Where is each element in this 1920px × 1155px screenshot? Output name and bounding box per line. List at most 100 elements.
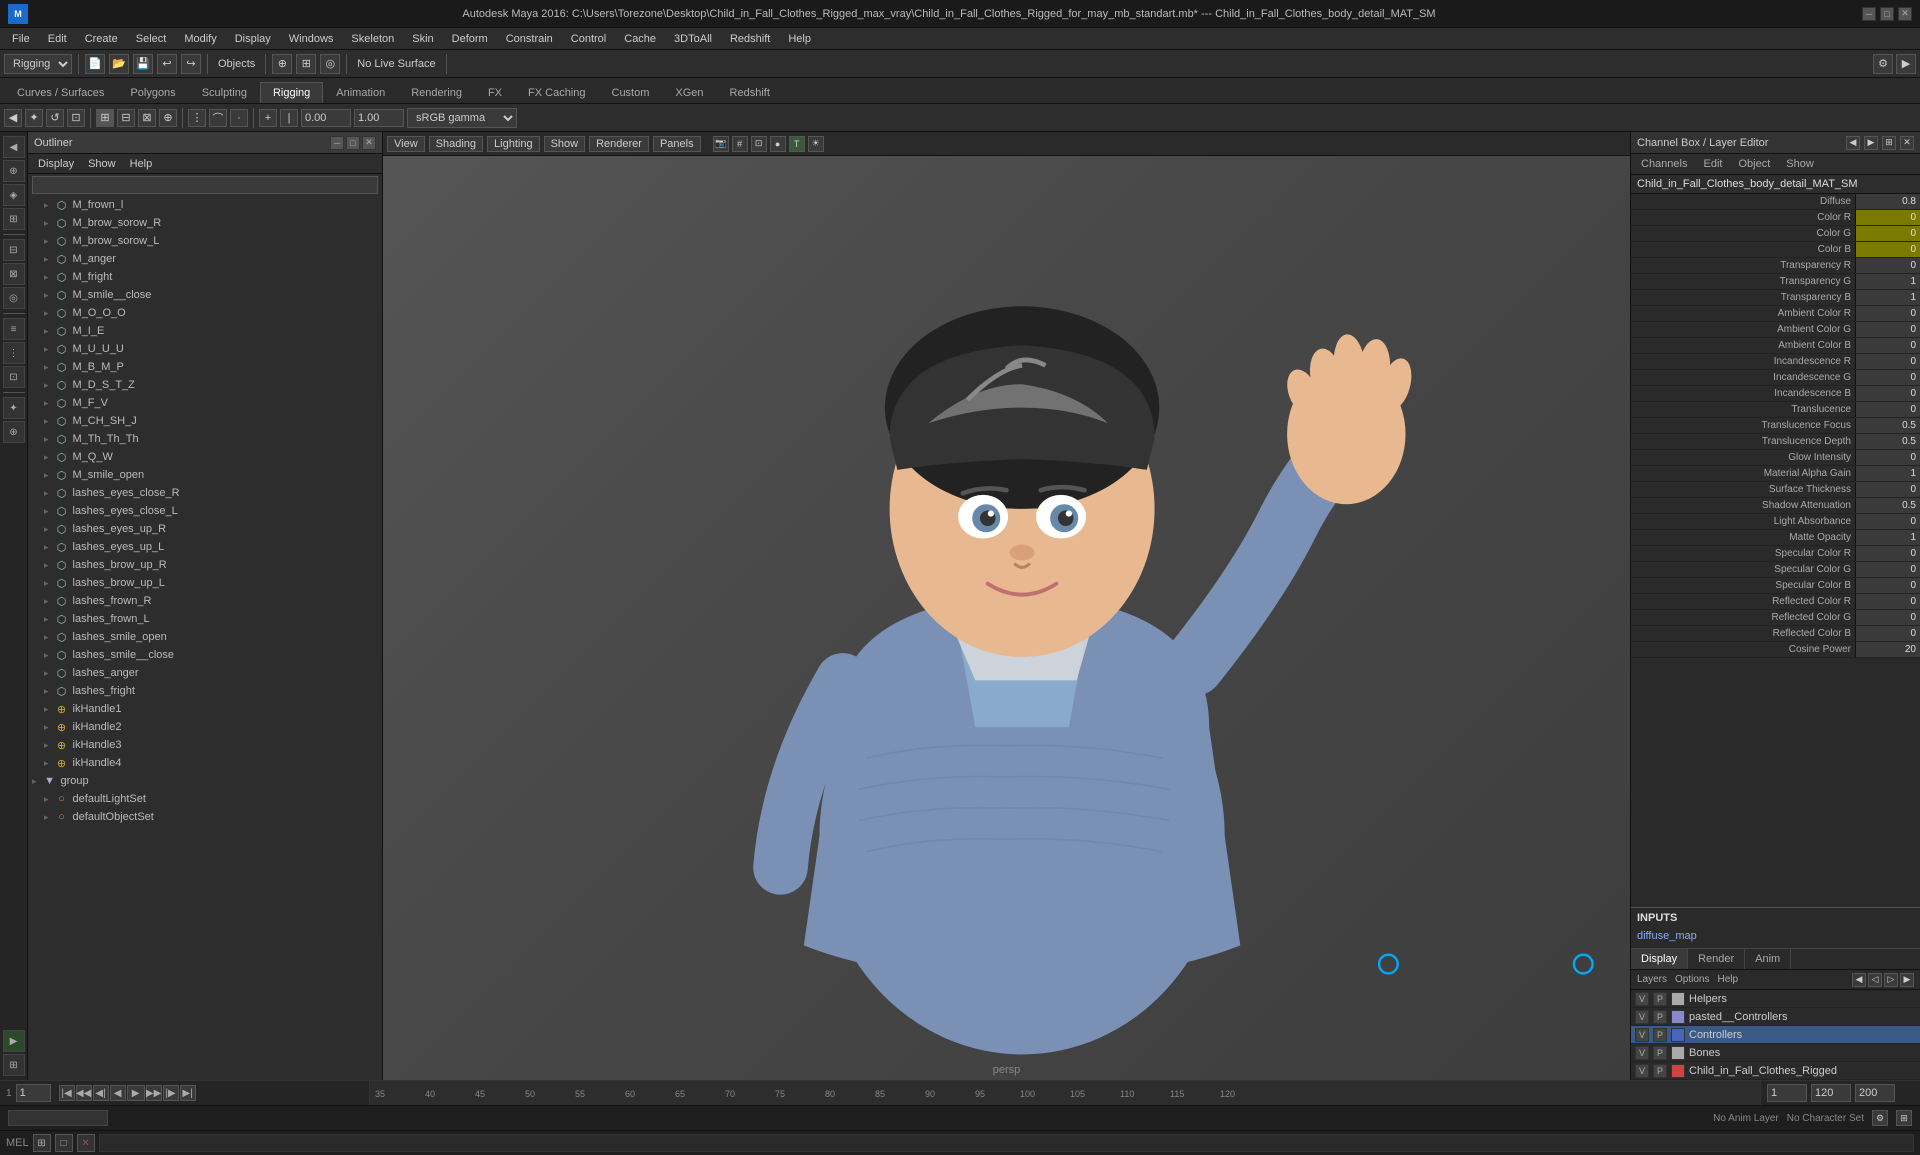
scale-btn[interactable]: ⊡: [67, 109, 85, 127]
layer-next2-btn[interactable]: ▶: [1900, 973, 1914, 987]
sidebar-tool2[interactable]: ◈: [3, 184, 25, 206]
channel-value[interactable]: 1: [1855, 274, 1920, 289]
outliner-item[interactable]: ▸⬡lashes_eyes_close_R: [28, 484, 382, 502]
tab-animation[interactable]: Animation: [323, 82, 398, 103]
tab-rigging[interactable]: Rigging: [260, 82, 323, 103]
channel-row[interactable]: Ambient Color G0: [1631, 322, 1920, 338]
viewport-show-menu[interactable]: Show: [544, 136, 586, 152]
translate-x-btn[interactable]: +: [259, 109, 277, 127]
joint-tool-btn[interactable]: ⊞: [96, 109, 114, 127]
layer-p-btn[interactable]: P: [1653, 1064, 1667, 1078]
channel-value[interactable]: 0: [1855, 626, 1920, 641]
outliner-close[interactable]: ✕: [362, 136, 376, 150]
outliner-item[interactable]: ▸⬡lashes_eyes_up_L: [28, 538, 382, 556]
outliner-display-menu[interactable]: Display: [32, 158, 80, 170]
outliner-item[interactable]: ▸⬡M_brow_sorow_R: [28, 214, 382, 232]
layer-v-btn[interactable]: V: [1635, 1028, 1649, 1042]
menu-windows[interactable]: Windows: [281, 31, 342, 47]
viewport-shading-menu[interactable]: Shading: [429, 136, 483, 152]
channel-value[interactable]: 0: [1855, 450, 1920, 465]
outliner-item[interactable]: ▸⬡lashes_frown_L: [28, 610, 382, 628]
channel-row[interactable]: Translucence Focus0.5: [1631, 418, 1920, 434]
mel-clear-btn[interactable]: □: [55, 1134, 73, 1152]
outliner-help-menu[interactable]: Help: [124, 158, 159, 170]
timeline-ruler[interactable]: 35 40 45 50 55 60 65 70 75 80 85 90 95 1…: [370, 1081, 1760, 1105]
menu-display[interactable]: Display: [227, 31, 279, 47]
weights-btn[interactable]: ⊕: [159, 109, 177, 127]
play-btn[interactable]: ▶: [127, 1085, 145, 1101]
tab-fx[interactable]: FX: [475, 82, 515, 103]
outliner-item[interactable]: ▸⊕ikHandle2: [28, 718, 382, 736]
outliner-item[interactable]: ▸⬡M_B_M_P: [28, 358, 382, 376]
mode-selector[interactable]: Rigging: [4, 54, 72, 74]
cb-tab-edit[interactable]: Edit: [1699, 156, 1726, 172]
outliner-item[interactable]: ▸⬡lashes_eyes_close_L: [28, 502, 382, 520]
outliner-item[interactable]: ▸⬡M_fright: [28, 268, 382, 286]
cb-float-btn[interactable]: ⊞: [1882, 136, 1896, 150]
ik-btn[interactable]: ⊟: [117, 109, 135, 127]
menu-3dtoall[interactable]: 3DToAll: [666, 31, 720, 47]
script-editor-btn[interactable]: ⊞: [33, 1134, 51, 1152]
layer-p-btn[interactable]: P: [1653, 1028, 1667, 1042]
undo-button[interactable]: ↩: [157, 54, 177, 74]
outliner-item[interactable]: ▸⬡M_brow_sorow_L: [28, 232, 382, 250]
menu-select[interactable]: Select: [128, 31, 175, 47]
channel-row[interactable]: Material Alpha Gain1: [1631, 466, 1920, 482]
close-button[interactable]: ✕: [1898, 7, 1912, 21]
coord-y-input[interactable]: 1.00: [354, 109, 404, 127]
vp-light-btn[interactable]: ☀: [808, 136, 824, 152]
play-start-btn[interactable]: |◀: [59, 1085, 75, 1101]
translate-y-btn[interactable]: |: [280, 109, 298, 127]
channel-row[interactable]: Ambient Color B0: [1631, 338, 1920, 354]
layer-row[interactable]: V P Helpers: [1631, 990, 1920, 1008]
channel-value[interactable]: 1: [1855, 466, 1920, 481]
outliner-item[interactable]: ▸⬡M_D_S_T_Z: [28, 376, 382, 394]
cb-tab-object[interactable]: Object: [1734, 156, 1774, 172]
layer-next-btn[interactable]: ▷: [1884, 973, 1898, 987]
tab-custom[interactable]: Custom: [599, 82, 663, 103]
channel-value[interactable]: 0.5: [1855, 418, 1920, 433]
outliner-item[interactable]: ▸⬡M_CH_SH_J: [28, 412, 382, 430]
tab-xgen[interactable]: XGen: [662, 82, 716, 103]
sidebar-tool11[interactable]: ⊕: [3, 421, 25, 443]
mel-stop-btn[interactable]: ✕: [77, 1134, 95, 1152]
channel-row[interactable]: Specular Color B0: [1631, 578, 1920, 594]
sidebar-tool10[interactable]: ✦: [3, 397, 25, 419]
playback-end-input[interactable]: [1855, 1084, 1895, 1102]
viewport-lighting-menu[interactable]: Lighting: [487, 136, 540, 152]
outliner-item[interactable]: ▸⬡M_F_V: [28, 394, 382, 412]
channel-value[interactable]: 0: [1855, 322, 1920, 337]
layer-row[interactable]: V P Controllers: [1631, 1026, 1920, 1044]
channel-value[interactable]: 0: [1855, 562, 1920, 577]
outliner-item[interactable]: ▸⬡lashes_fright: [28, 682, 382, 700]
channel-value[interactable]: 0: [1855, 370, 1920, 385]
end-frame-input[interactable]: [1811, 1084, 1851, 1102]
outliner-item[interactable]: ▸⬡lashes_anger: [28, 664, 382, 682]
channel-value[interactable]: 1: [1855, 530, 1920, 545]
layer-row[interactable]: V P Bones: [1631, 1044, 1920, 1062]
channel-value[interactable]: 0: [1855, 402, 1920, 417]
layer-v-btn[interactable]: V: [1635, 1046, 1649, 1060]
menu-cache[interactable]: Cache: [616, 31, 664, 47]
layer-v-btn[interactable]: V: [1635, 1064, 1649, 1078]
mel-input[interactable]: [99, 1134, 1914, 1152]
menu-skin[interactable]: Skin: [404, 31, 441, 47]
channel-row[interactable]: Specular Color R0: [1631, 546, 1920, 562]
channel-value[interactable]: 0: [1855, 594, 1920, 609]
channel-row[interactable]: Incandescence R0: [1631, 354, 1920, 370]
channel-row[interactable]: Transparency R0: [1631, 258, 1920, 274]
vp-grid-btn[interactable]: #: [732, 136, 748, 152]
cb-expand-btn[interactable]: ◀: [1846, 136, 1860, 150]
outliner-item[interactable]: ▸⬡lashes_smile_open: [28, 628, 382, 646]
sidebar-tool9[interactable]: ⊡: [3, 366, 25, 388]
channel-row[interactable]: Shadow Attenuation0.5: [1631, 498, 1920, 514]
channel-value[interactable]: 0.5: [1855, 498, 1920, 513]
channel-value[interactable]: 0: [1855, 482, 1920, 497]
render-button[interactable]: ▶: [1896, 54, 1916, 74]
paint-tool[interactable]: ◎: [320, 54, 340, 74]
sidebar-tool4[interactable]: ⊟: [3, 239, 25, 261]
menu-skeleton[interactable]: Skeleton: [343, 31, 402, 47]
channel-value[interactable]: 0: [1855, 546, 1920, 561]
channel-row[interactable]: Diffuse0.8: [1631, 194, 1920, 210]
sidebar-tool5[interactable]: ⊠: [3, 263, 25, 285]
